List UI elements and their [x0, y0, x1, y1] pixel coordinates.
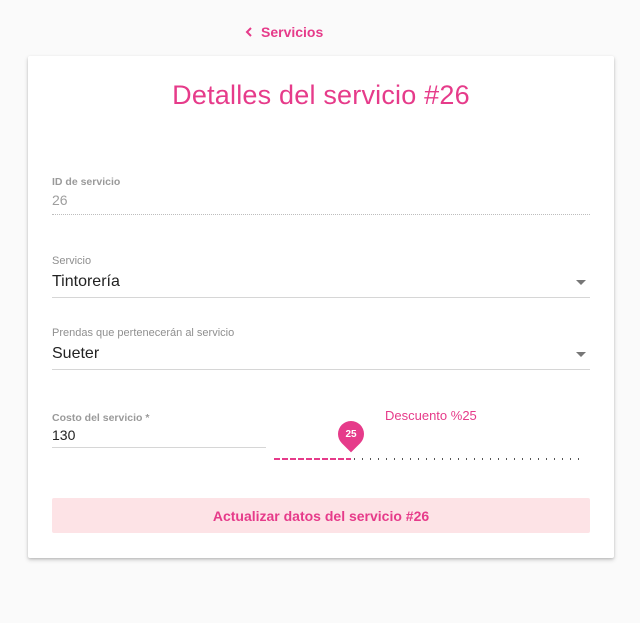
service-select[interactable]: Tintorería: [52, 273, 590, 298]
service-details-card: Detalles del servicio #26 ID de servicio…: [28, 56, 614, 558]
garments-select-value: Sueter: [52, 345, 100, 362]
slider-fill: [274, 458, 351, 460]
discount-label: Descuento %25: [385, 408, 477, 423]
back-link-label: Servicios: [261, 24, 324, 40]
garments-select[interactable]: Sueter: [52, 345, 590, 370]
garments-select-label: Prendas que pertenecerán al servicio: [52, 327, 235, 339]
page-title: Detalles del servicio #26: [172, 80, 470, 110]
service-id-label: ID de servicio: [52, 176, 121, 188]
cost-label: Costo del servicio *: [52, 412, 150, 424]
service-id-field: ID de servicio 26: [52, 176, 590, 215]
service-id-value: 26: [52, 192, 68, 208]
update-service-button[interactable]: Actualizar datos del servicio #26: [52, 498, 590, 533]
service-select-value: Tintorería: [52, 273, 120, 290]
dropdown-arrow-icon: [576, 279, 586, 285]
cost-input[interactable]: [52, 427, 266, 448]
dropdown-arrow-icon: [576, 351, 586, 357]
service-select-field: Servicio Tintorería: [52, 255, 590, 298]
slider-value-pin[interactable]: 25: [332, 415, 370, 453]
back-to-services-link[interactable]: Servicios: [243, 24, 323, 40]
slider-pin-value: 25: [345, 428, 357, 440]
discount-slider[interactable]: 25: [274, 415, 581, 462]
service-id-underline: [52, 214, 590, 215]
service-select-label: Servicio: [52, 255, 92, 267]
cost-field: Costo del servicio *: [52, 412, 266, 448]
chevron-left-icon: [245, 27, 252, 37]
garments-select-field: Prendas que pertenecerán al servicio Sue…: [52, 327, 590, 370]
